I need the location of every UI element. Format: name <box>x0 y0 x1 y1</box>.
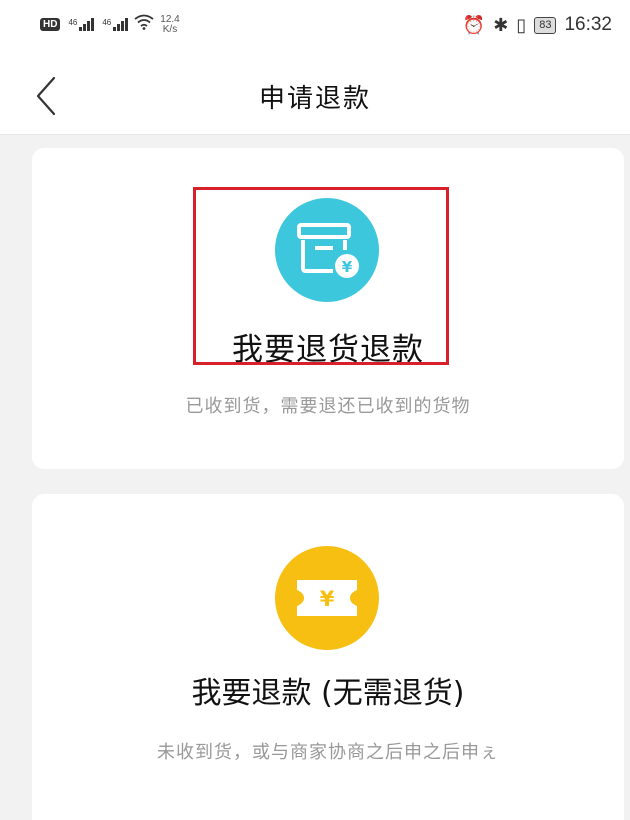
alarm-icon: ⏰ <box>462 14 486 35</box>
refund-option-return-goods[interactable]: ¥ 我要退货退款 已收到货，需要退还已收到的货物 <box>32 148 624 469</box>
battery-icon: 83 <box>534 16 557 34</box>
wifi-icon <box>134 14 154 35</box>
option-description: 未收到货，或与商家协商之后申之后申ぇ <box>157 742 499 763</box>
app-header: 申请退款 <box>0 56 630 135</box>
network-speed: 12.4 K/s <box>160 13 180 35</box>
vibrate-icon: ▯ <box>516 14 527 35</box>
refund-option-no-return[interactable]: ¥ 我要退款 (无需退货) 未收到货，或与商家协商之后申之后申ぇ <box>32 494 624 820</box>
bluetooth-icon: ✱ <box>493 14 509 35</box>
page-title: 申请退款 <box>258 84 371 114</box>
option-description: 已收到货，需要退还已收到的货物 <box>185 396 471 417</box>
option-label: 我要退款 (无需退货) <box>191 676 465 711</box>
selection-highlight <box>193 187 449 365</box>
status-bar: HD 46 46 12.4 K/s ⏰ ✱ ▯ 83 16:32 <box>0 0 630 56</box>
network-type-label: 46 <box>68 18 78 27</box>
cellular-signal-icon: 46 <box>102 18 129 31</box>
yen-ticket-icon: ¥ <box>275 546 379 650</box>
status-left: HD 46 46 12.4 K/s <box>40 14 180 35</box>
network-type-label: 46 <box>102 18 112 27</box>
svg-text:¥: ¥ <box>320 587 335 611</box>
clock: 16:32 <box>564 14 612 35</box>
cellular-signal-icon: 46 <box>68 18 95 31</box>
status-right: ⏰ ✱ ▯ 83 16:32 <box>463 14 612 36</box>
hd-badge: HD <box>40 18 61 31</box>
